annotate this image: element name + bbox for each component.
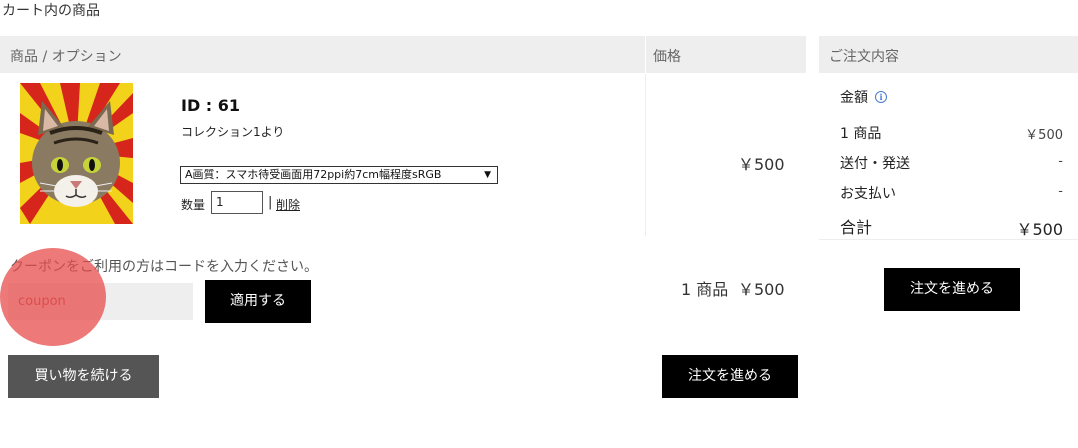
page-title: カート内の商品	[2, 3, 100, 19]
continue-shopping-button[interactable]: 買い物を続ける	[8, 355, 159, 398]
summary-payment-value: -	[1058, 184, 1063, 199]
summary-total-value: ￥500	[1016, 220, 1063, 239]
order-summary-title: ご注文内容	[829, 49, 899, 65]
info-icon[interactable]: i	[875, 91, 887, 103]
subtotal-item-count: 1 商品	[681, 280, 729, 299]
quantity-label: 数量	[181, 198, 206, 212]
summary-payment-label: お支払い	[840, 186, 896, 202]
cart-page: カート内の商品 商品 / オプション 価格 ID: 61 コレクション1より …	[0, 0, 1078, 448]
line-item-price: ￥500	[738, 155, 785, 174]
product-id: ID : 61	[181, 96, 241, 115]
quantity-input[interactable]: 1	[211, 191, 263, 214]
subtotal-price: ￥500	[738, 280, 785, 299]
coupon-input[interactable]: coupon	[8, 283, 193, 320]
apply-coupon-button[interactable]: 適用する	[205, 280, 311, 323]
product-collection: コレクション1より	[181, 125, 285, 139]
summary-items-label: 1 商品	[840, 126, 882, 142]
option-select-value: A画質：スマホ待受画面用72ppi約7cm幅程度sRGB	[185, 168, 442, 181]
order-summary-header: ご注文内容	[819, 36, 1078, 73]
summary-total-label: 合計	[840, 218, 873, 237]
amount-label: 金額	[840, 90, 868, 106]
summary-items-value: ￥500	[1025, 128, 1063, 143]
delete-link[interactable]: 削除	[276, 196, 300, 213]
cat-portrait-image[interactable]	[20, 83, 133, 224]
cart-table-header: 商品 / オプション 価格	[0, 36, 806, 73]
column-divider	[645, 74, 646, 236]
header-product-option: 商品 / オプション	[10, 49, 122, 65]
quantity-separator: |	[268, 195, 273, 210]
summary-shipping-value: -	[1058, 154, 1063, 169]
coupon-prompt: クーポンをご利用の方はコードを入力ください。	[10, 259, 318, 275]
header-divider	[645, 36, 646, 73]
proceed-checkout-button[interactable]: 注文を進める	[662, 355, 798, 398]
dropdown-caret-icon: ▼	[484, 170, 491, 180]
option-select[interactable]: A画質：スマホ待受画面用72ppi約7cm幅程度sRGB ▼	[180, 166, 498, 184]
header-price: 価格	[653, 49, 681, 65]
summary-shipping-label: 送付・発送	[840, 156, 910, 172]
summary-checkout-button[interactable]: 注文を進める	[884, 268, 1020, 311]
